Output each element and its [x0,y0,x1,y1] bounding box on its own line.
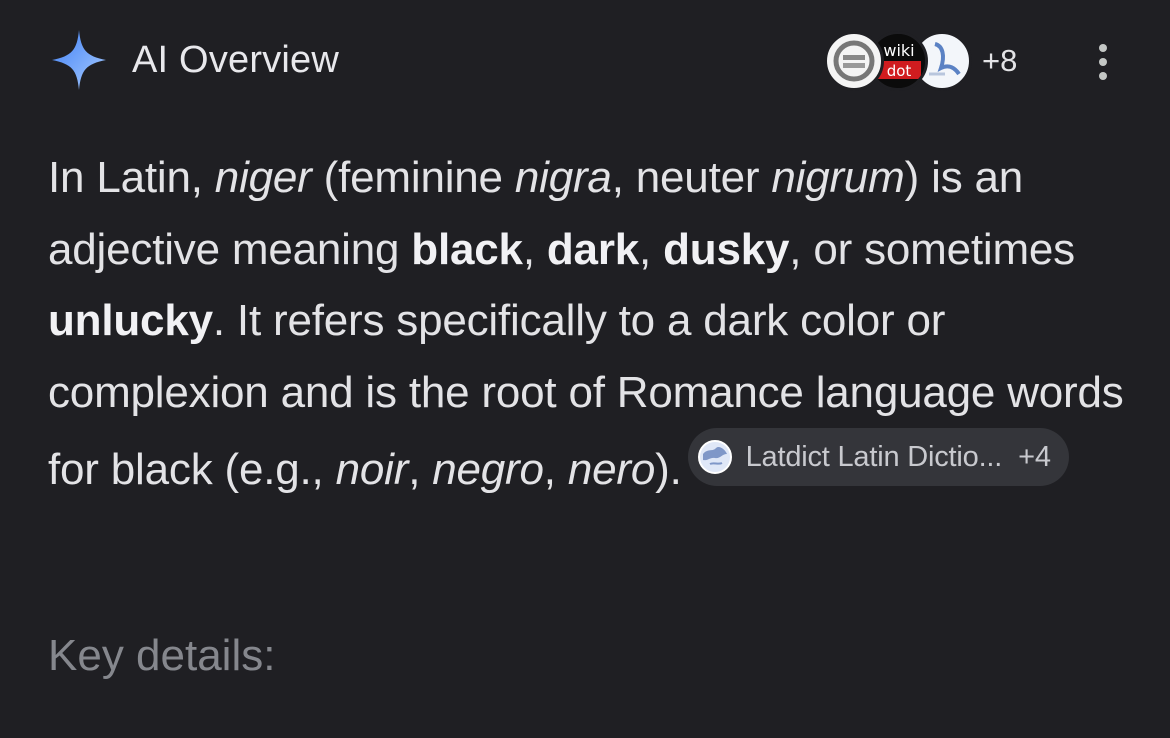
sparkle-icon [52,30,106,90]
svg-text:dot: dot [887,62,912,80]
header-title: AI Overview [132,39,340,81]
ai-overview-header: AI Overview wiki dot +8 [48,28,1130,94]
citation-count: +4 [1018,441,1051,473]
svg-text:wiki: wiki [883,41,914,60]
more-options-button[interactable] [1088,40,1118,84]
globe-icon [697,440,732,474]
overview-summary: In Latin, niger (feminine nigra, neuter … [48,153,1124,494]
more-vert-icon [1099,44,1107,52]
source-favicon-1 [824,31,884,91]
key-details-heading: Key details: [48,631,276,680]
source-logo-icon [833,40,875,82]
citation-chip[interactable]: Latdict Latin Dictio... +4 [687,428,1069,486]
sources-more-count: +8 [982,43,1018,78]
sources-button[interactable]: wiki dot +8 [824,28,1017,94]
citation-label: Latdict Latin Dictio... [745,441,1003,473]
